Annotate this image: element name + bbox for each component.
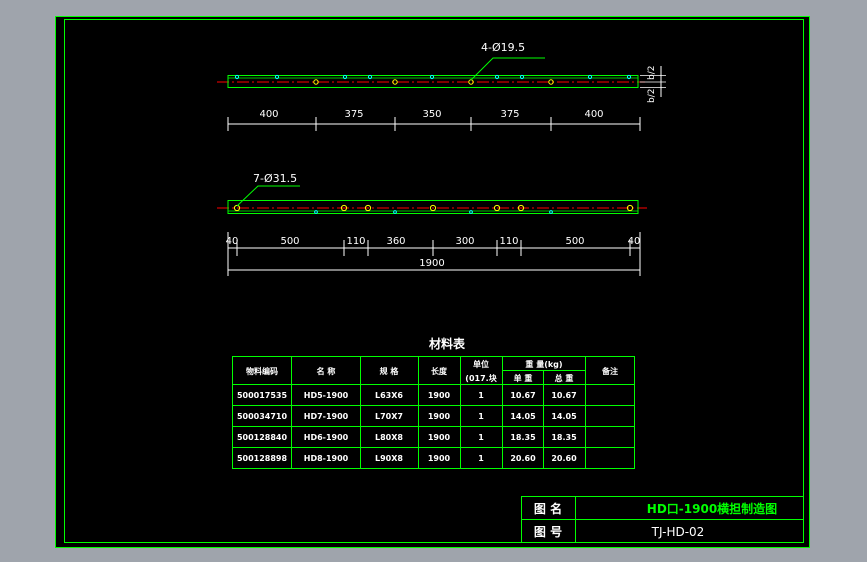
cell-unit-weight: 14.05 xyxy=(510,412,536,421)
header-remark: 备注 xyxy=(601,366,618,376)
cell-spec: L90X8 xyxy=(375,454,403,463)
cell-unit-weight: 18.35 xyxy=(510,433,536,442)
header-unit-weight: 单 重 xyxy=(514,373,533,383)
cell-qty: 1 xyxy=(478,454,484,463)
cell-length: 1900 xyxy=(428,433,451,442)
header-name: 名 称 xyxy=(317,366,336,376)
cell-code: 500128840 xyxy=(237,433,288,442)
cell-name: HD8-1900 xyxy=(304,454,349,463)
cell-name: HD6-1900 xyxy=(304,433,349,442)
drawing-name-value: HD口-1900横担制造图 xyxy=(647,501,777,516)
cell-code: 500017535 xyxy=(237,391,288,400)
drawing-number-label: 图 号 xyxy=(534,524,562,539)
cell-code: 500128898 xyxy=(237,454,288,463)
header-length: 长度 xyxy=(431,366,448,376)
cell-name: HD7-1900 xyxy=(304,412,349,421)
cell-length: 1900 xyxy=(428,454,451,463)
cell-total-weight: 10.67 xyxy=(551,391,576,400)
side-dim-label-bottom: b/2 xyxy=(647,89,657,103)
cell-qty: 1 xyxy=(478,412,484,421)
cell-total-weight: 20.60 xyxy=(551,454,577,463)
front-hole-callout: 7-Ø31.5 xyxy=(253,172,297,185)
cell-length: 1900 xyxy=(428,391,451,400)
top-dim-4: 400 xyxy=(584,109,603,120)
top-dim-3: 375 xyxy=(500,109,519,120)
cell-name: HD5-1900 xyxy=(304,391,349,400)
cell-unit-weight: 10.67 xyxy=(510,391,535,400)
header-code: 物料编码 xyxy=(246,366,278,376)
header-total-weight: 总 重 xyxy=(555,373,574,383)
front-dim-3: 360 xyxy=(386,236,405,247)
front-dim-5: 110 xyxy=(499,236,518,247)
cell-spec: L70X7 xyxy=(375,412,403,421)
front-dim-2: 110 xyxy=(346,236,365,247)
header-unit-top: 单位 xyxy=(473,359,489,369)
front-dim-4: 300 xyxy=(455,236,474,247)
header-spec: 规 格 xyxy=(380,366,400,376)
cell-spec: L63X6 xyxy=(375,391,403,400)
cell-qty: 1 xyxy=(478,433,484,442)
cad-drawing-canvas: 4-Ø19.5 b/2 b/2 400 375 350 375 400 7-Ø3… xyxy=(55,16,810,548)
header-unit-bottom: (017.块 xyxy=(465,373,497,383)
overall-dim: 1900 xyxy=(419,258,444,269)
cell-total-weight: 14.05 xyxy=(551,412,577,421)
cell-spec: L80X8 xyxy=(375,433,403,442)
front-dim-7: 40 xyxy=(628,236,641,247)
top-dim-2: 350 xyxy=(422,109,441,120)
cell-total-weight: 18.35 xyxy=(551,433,577,442)
cell-length: 1900 xyxy=(428,412,451,421)
top-dim-0: 400 xyxy=(259,109,278,120)
cell-unit-weight: 20.60 xyxy=(510,454,536,463)
top-dim-1: 375 xyxy=(344,109,363,120)
front-dim-1: 500 xyxy=(280,236,299,247)
front-dim-6: 500 xyxy=(565,236,584,247)
drawing-number-value: TJ-HD-02 xyxy=(651,525,705,539)
cell-code: 500034710 xyxy=(237,412,288,421)
side-dim-label-top: b/2 xyxy=(647,66,657,80)
drawing-name-label: 图 名 xyxy=(534,501,562,516)
front-dim-0: 40 xyxy=(226,236,239,247)
top-hole-callout: 4-Ø19.5 xyxy=(481,41,525,54)
table-title: 材料表 xyxy=(428,336,466,351)
header-weight: 重 量(kg) xyxy=(525,359,562,369)
cell-qty: 1 xyxy=(478,391,484,400)
